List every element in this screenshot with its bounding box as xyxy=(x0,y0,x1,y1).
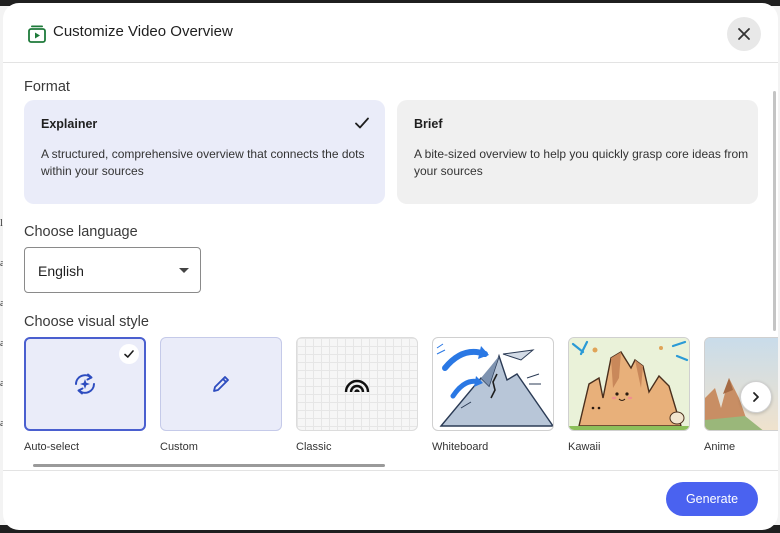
visual-style-label: Choose visual style xyxy=(24,314,149,330)
dialog-header: Customize Video Overview xyxy=(3,3,778,63)
language-select-value: English xyxy=(38,263,84,279)
auto-select-icon xyxy=(75,373,95,395)
rainbow-icon xyxy=(344,379,370,393)
customize-video-dialog: Customize Video Overview Format Explaine… xyxy=(3,3,778,530)
style-name: Whiteboard xyxy=(432,441,489,453)
kawaii-illustration xyxy=(569,338,689,430)
style-tile-classic[interactable] xyxy=(296,337,418,431)
visual-style-carousel: Auto-select Custom Classic Whiteboard Ka… xyxy=(24,337,778,462)
style-name: Kawaii xyxy=(568,441,601,453)
style-tile-custom[interactable] xyxy=(160,337,282,431)
format-option-title: Explainer xyxy=(41,117,98,131)
style-tile-anime[interactable] xyxy=(704,337,778,431)
dialog-scrollbar[interactable] xyxy=(773,91,776,331)
checkmark-icon xyxy=(355,117,369,129)
style-name: Custom xyxy=(160,441,198,453)
pencil-icon xyxy=(213,376,229,392)
style-name: Auto-select xyxy=(24,441,80,453)
video-overview-icon xyxy=(28,25,46,43)
format-option-description: A bite-sized overview to help you quickl… xyxy=(414,147,749,178)
language-select[interactable]: English xyxy=(24,247,201,293)
language-label: Choose language xyxy=(24,224,138,240)
caret-down-icon xyxy=(179,268,189,273)
format-label: Format xyxy=(24,79,70,95)
format-option-explainer[interactable]: Explainer A structured, comprehensive ov… xyxy=(24,100,385,204)
format-option-description: A structured, comprehensive overview tha… xyxy=(41,147,365,178)
style-name: Classic xyxy=(296,441,332,453)
style-tile-whiteboard[interactable] xyxy=(432,337,554,431)
format-option-title: Brief xyxy=(414,117,443,131)
style-tile-auto-select[interactable] xyxy=(24,337,146,431)
checkmark-icon xyxy=(124,350,134,358)
whiteboard-illustration xyxy=(436,343,553,427)
generate-button[interactable]: Generate xyxy=(666,482,758,516)
format-option-brief[interactable]: Brief A bite-sized overview to help you … xyxy=(397,100,758,204)
dialog-title: Customize Video Overview xyxy=(53,23,233,40)
style-name: Anime xyxy=(704,441,736,453)
chevron-right-icon xyxy=(753,392,759,402)
style-tile-kawaii[interactable] xyxy=(568,337,690,431)
selected-check-badge xyxy=(119,344,139,364)
carousel-scrollbar[interactable] xyxy=(33,464,385,467)
carousel-next-button[interactable] xyxy=(740,381,772,413)
footer-divider xyxy=(3,470,778,471)
close-icon xyxy=(738,28,750,40)
close-button[interactable] xyxy=(727,17,761,51)
